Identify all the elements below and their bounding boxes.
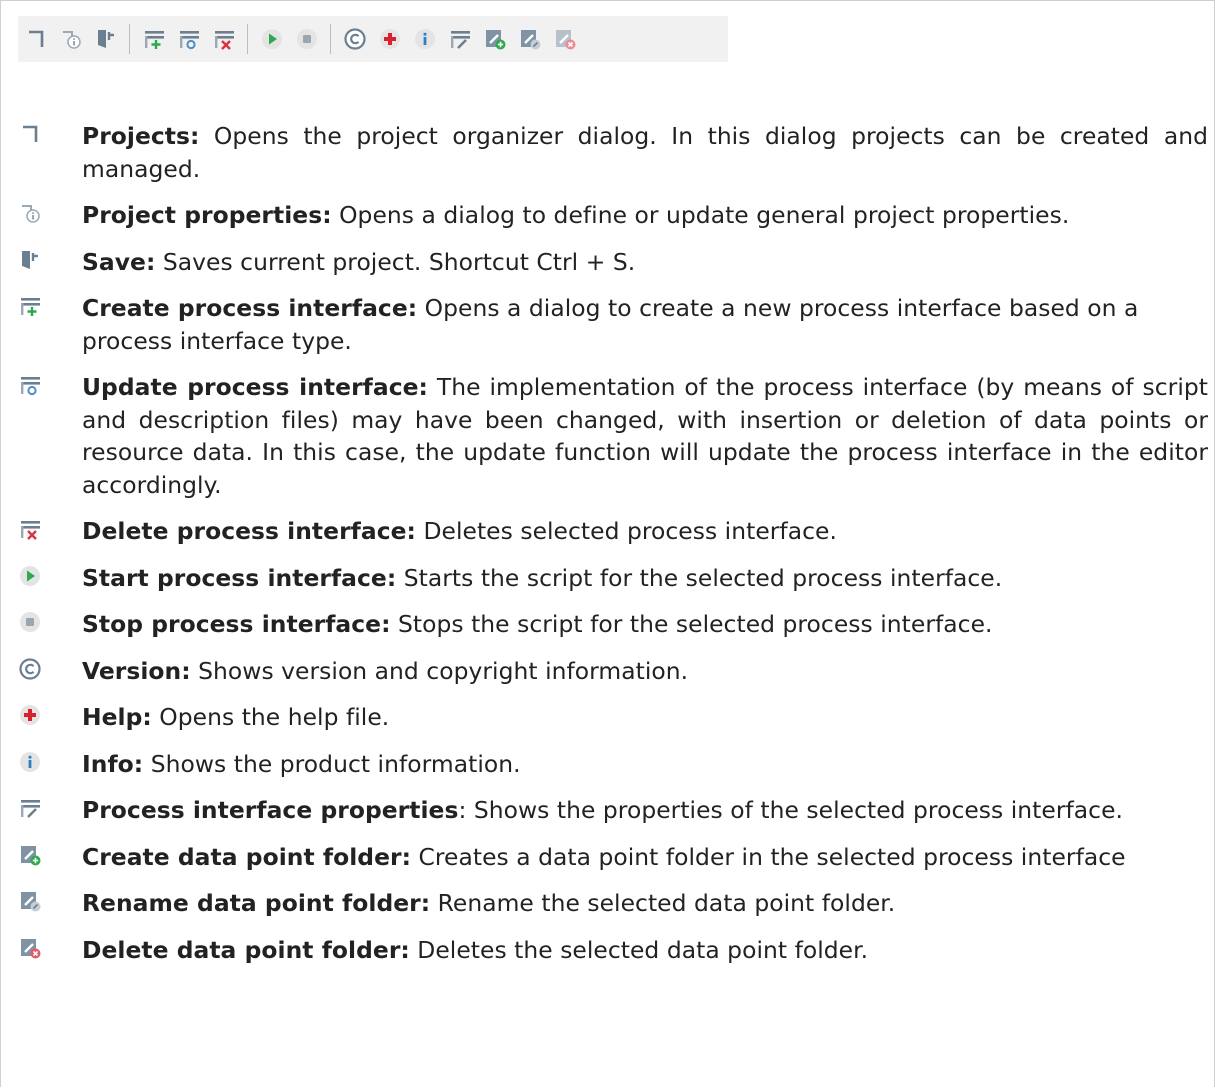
item-description: Start process interface: Starts the scri… (82, 562, 1208, 595)
item-title: Delete data point folder: (82, 935, 410, 964)
delete-process-interface-icon[interactable] (211, 26, 237, 52)
projects-icon (18, 122, 48, 150)
item-body: Opens a dialog to define or update gener… (331, 201, 1070, 229)
list-item-update-process-interface: Update process interface: The implementa… (18, 371, 1208, 501)
item-body: Shows the product information. (143, 749, 521, 778)
toolbar-description-list: Projects: Opens the project organizer di… (18, 120, 1208, 980)
projects-icon[interactable] (23, 26, 49, 52)
list-item-projects: Projects: Opens the project organizer di… (18, 120, 1208, 185)
delete-process-interface-icon (18, 517, 48, 545)
copyright-icon[interactable] (342, 26, 368, 52)
item-title: Stop process interface: (82, 610, 391, 638)
item-body: Creates a data point folder in the selec… (411, 842, 1126, 871)
project-properties-icon (18, 201, 48, 229)
item-title: Update process interface: (82, 373, 428, 401)
item-description: Delete data point folder: Deletes the se… (82, 934, 1208, 967)
item-description: Delete process interface: Deletes select… (82, 515, 1208, 548)
start-icon (18, 564, 48, 592)
help-icon[interactable] (377, 26, 403, 52)
item-title: Delete process interface: (82, 517, 416, 545)
list-item-delete-process-interface: Delete process interface: Deletes select… (18, 515, 1208, 548)
project-properties-icon[interactable] (58, 26, 84, 52)
item-title: Create process interface: (82, 294, 418, 322)
toolbar-separator (129, 24, 130, 54)
list-item-rename-data-point-folder: Rename data point folder: Rename the sel… (18, 887, 1208, 920)
item-title: Project properties: (82, 201, 332, 229)
create-folder-icon[interactable] (482, 26, 508, 52)
item-title: Start process interface: (82, 563, 397, 592)
item-title: Rename data point folder: (82, 889, 431, 917)
item-body: Starts the script for the selected proce… (396, 563, 1003, 592)
item-description: Create process interface: Opens a dialog… (82, 292, 1208, 357)
item-description: Stop process interface: Stops the script… (82, 608, 1208, 641)
list-item-version: Version: Shows version and copyright inf… (18, 655, 1208, 688)
item-body: : Shows the properties of the selected p… (458, 796, 1124, 824)
create-process-interface-icon (18, 294, 48, 322)
save-icon[interactable] (93, 26, 119, 52)
stop-icon[interactable] (294, 26, 320, 52)
delete-folder-icon (18, 936, 48, 964)
list-item-start-process-interface: Start process interface: Starts the scri… (18, 562, 1208, 595)
toolbar (18, 16, 728, 62)
list-item-help: Help: Opens the help file. (18, 701, 1208, 734)
item-body: Deletes the selected data point folder. (409, 935, 869, 964)
start-icon[interactable] (259, 26, 285, 52)
item-title: Version: (82, 656, 191, 685)
item-title: Projects: (82, 122, 200, 150)
item-description: Help: Opens the help file. (82, 701, 1208, 734)
save-icon (18, 248, 48, 276)
copyright-icon (18, 657, 48, 685)
stop-icon (18, 610, 48, 638)
list-item-info: Info: Shows the product information. (18, 748, 1208, 781)
item-description: Version: Shows version and copyright inf… (82, 655, 1208, 688)
item-description: Projects: Opens the project organizer di… (82, 120, 1208, 185)
rename-folder-icon (18, 889, 48, 917)
item-title: Save: (82, 247, 156, 276)
item-body: Stops the script for the selected proces… (390, 610, 993, 638)
item-body: Opens the project organizer dialog. In t… (82, 122, 1208, 183)
list-item-delete-data-point-folder: Delete data point folder: Deletes the se… (18, 934, 1208, 967)
item-description: Process interface properties: Shows the … (82, 794, 1208, 827)
process-interface-properties-icon[interactable] (447, 26, 473, 52)
item-description: Create data point folder: Creates a data… (82, 841, 1208, 874)
item-body: Opens the help file. (151, 703, 390, 731)
list-item-create-process-interface: Create process interface: Opens a dialog… (18, 292, 1208, 357)
item-body: Shows version and copyright information. (190, 656, 689, 685)
item-title: Process interface properties (82, 796, 459, 824)
item-title: Info: (82, 749, 144, 778)
item-body: Rename the selected data point folder. (430, 889, 896, 917)
create-process-interface-icon[interactable] (141, 26, 167, 52)
item-description: Rename data point folder: Rename the sel… (82, 887, 1208, 920)
update-process-interface-icon (18, 373, 48, 401)
delete-folder-icon[interactable] (552, 26, 578, 52)
rename-folder-icon[interactable] (517, 26, 543, 52)
list-item-stop-process-interface: Stop process interface: Stops the script… (18, 608, 1208, 641)
item-description: Info: Shows the product information. (82, 748, 1208, 781)
info-icon[interactable] (412, 26, 438, 52)
help-icon (18, 703, 48, 731)
list-item-project-properties: Project properties: Opens a dialog to de… (18, 199, 1208, 232)
item-description: Project properties: Opens a dialog to de… (82, 199, 1208, 232)
process-interface-properties-icon (18, 796, 48, 824)
item-title: Create data point folder: (82, 842, 411, 871)
item-title: Help: (82, 703, 152, 731)
item-description: Update process interface: The implementa… (82, 371, 1208, 501)
list-item-save: Save: Saves current project. Shortcut Ct… (18, 246, 1208, 279)
item-body: Deletes selected process interface. (415, 517, 837, 545)
info-icon (18, 750, 48, 778)
item-description: Save: Saves current project. Shortcut Ct… (82, 246, 1208, 279)
item-body: Saves current project. Shortcut Ctrl + S… (155, 247, 636, 276)
list-item-process-interface-properties: Process interface properties: Shows the … (18, 794, 1208, 827)
create-folder-icon (18, 843, 48, 871)
toolbar-separator (247, 24, 248, 54)
update-process-interface-icon[interactable] (176, 26, 202, 52)
toolbar-separator (330, 24, 331, 54)
list-item-create-data-point-folder: Create data point folder: Creates a data… (18, 841, 1208, 874)
